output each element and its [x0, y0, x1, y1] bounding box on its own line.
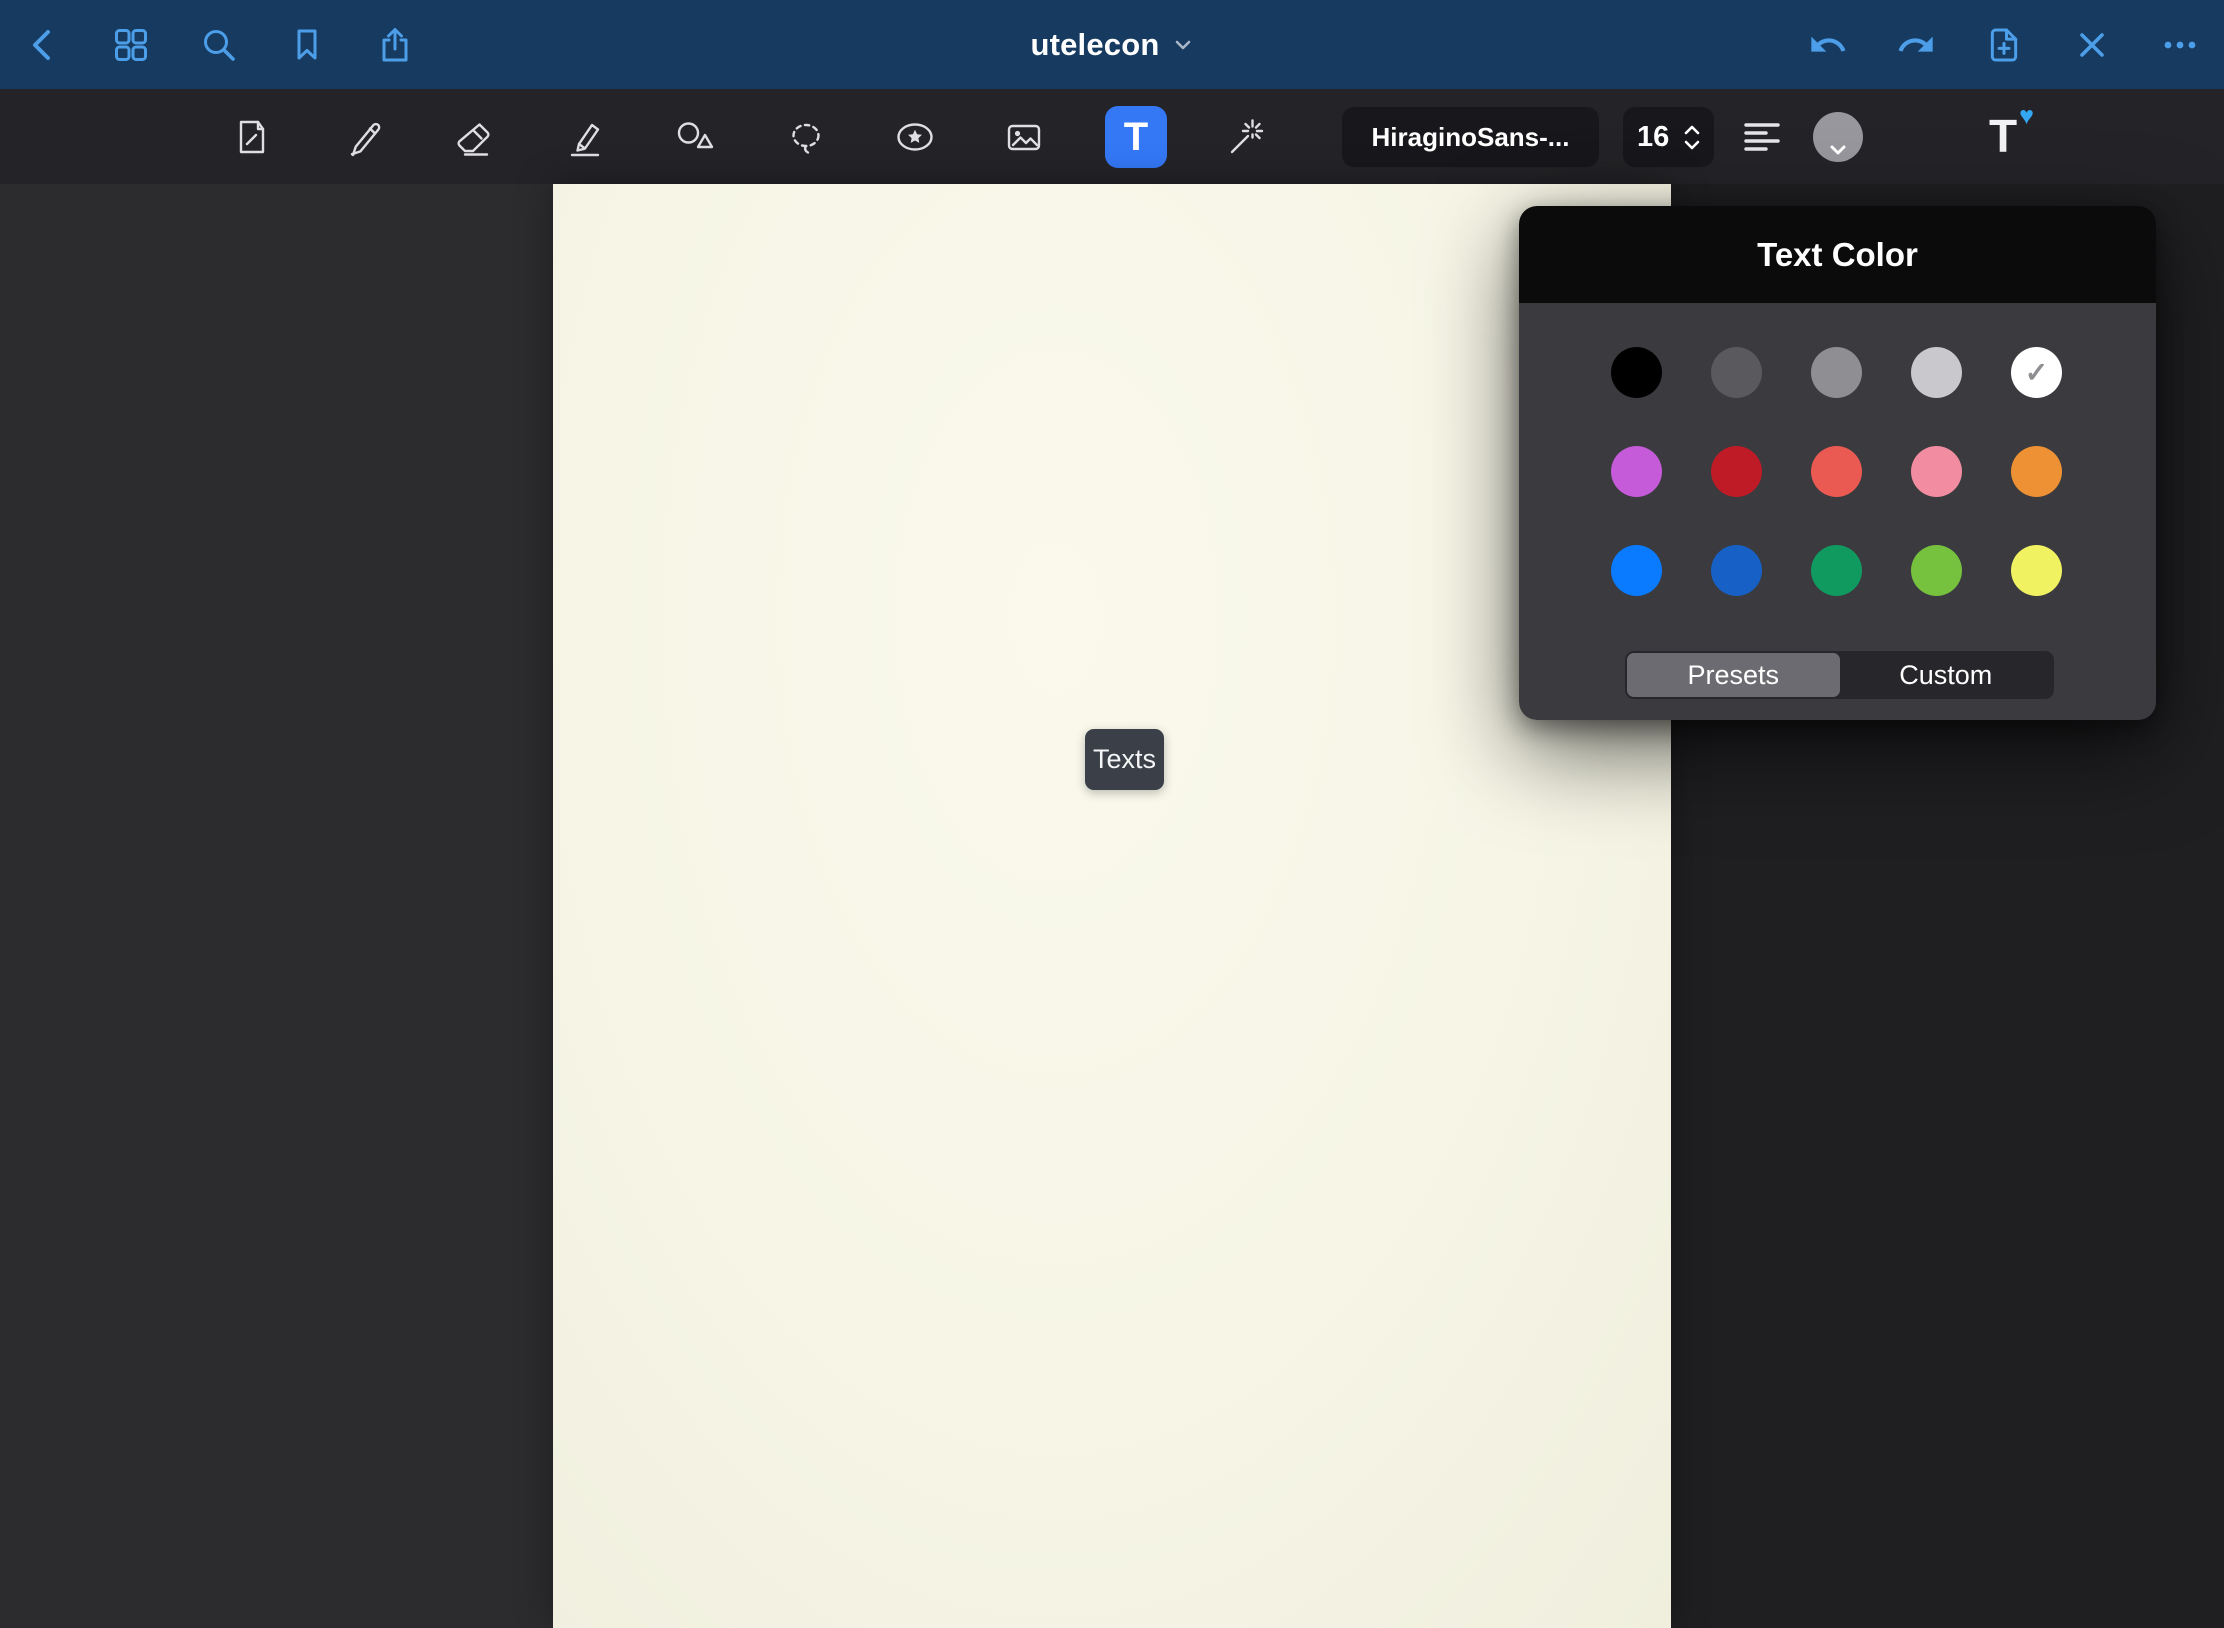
- favorite-heart-icon: ♥: [2019, 102, 2034, 131]
- canvas-background-left: [0, 184, 553, 1628]
- font-size-value: 16: [1637, 121, 1669, 154]
- shapes-icon: [671, 113, 719, 161]
- swatch-yellow[interactable]: [2011, 545, 2062, 596]
- font-size-stepper[interactable]: 16: [1623, 107, 1714, 167]
- redo-button[interactable]: [1896, 25, 1936, 65]
- tool-laser-pointer[interactable]: [1221, 113, 1269, 161]
- swatch-blue[interactable]: [1611, 545, 1662, 596]
- text-align-icon: [1740, 115, 1784, 159]
- font-selector-button[interactable]: HiraginoSans-...: [1342, 107, 1599, 167]
- redo-icon: [1896, 25, 1936, 65]
- swatch-purple[interactable]: [1611, 446, 1662, 497]
- swatch-dark-gray[interactable]: [1711, 347, 1762, 398]
- close-button[interactable]: [2072, 25, 2112, 65]
- swatch-orange[interactable]: [2011, 446, 2062, 497]
- color-swatch-grid: ✓: [1611, 347, 2062, 596]
- add-page-button[interactable]: [1984, 25, 2024, 65]
- laser-pointer-icon: [1221, 113, 1269, 161]
- swatch-pink[interactable]: [1911, 446, 1962, 497]
- highlighter-icon: [562, 113, 610, 161]
- tool-eraser[interactable]: [451, 113, 499, 161]
- selected-check-icon: ✓: [2011, 347, 2062, 398]
- text-tool-glyph: T: [1124, 115, 1148, 160]
- popover-body: ✓ Presets Custom: [1519, 303, 2156, 720]
- tool-text-active[interactable]: T: [1105, 106, 1167, 168]
- pen-icon: [340, 113, 388, 161]
- text-color-button[interactable]: [1813, 112, 1863, 162]
- stepper-chevrons-icon: [1684, 124, 1700, 151]
- swatch-gray[interactable]: [1811, 347, 1862, 398]
- presets-custom-segmented-control: Presets Custom: [1625, 651, 2054, 699]
- swatch-red[interactable]: [1811, 446, 1862, 497]
- tool-image[interactable]: [1000, 113, 1048, 161]
- top-navigation-bar: utelecon: [0, 0, 2224, 89]
- swatch-dark-red[interactable]: [1711, 446, 1762, 497]
- tool-elements[interactable]: [891, 113, 939, 161]
- tool-lasso[interactable]: [782, 113, 830, 161]
- top-bar-right-group: [1808, 0, 2200, 89]
- text-alignment-button[interactable]: [1740, 115, 1784, 159]
- popover-title: Text Color: [1519, 206, 2156, 303]
- document-title[interactable]: utelecon: [1030, 27, 1159, 63]
- swatch-green[interactable]: [1811, 545, 1862, 596]
- text-color-popover: Text Color ✓ Presets Custom: [1519, 206, 2156, 720]
- tool-page-mode[interactable]: [228, 113, 276, 161]
- color-chevron-down-icon: [1829, 144, 1847, 157]
- lasso-icon: [782, 113, 830, 161]
- close-icon: [2072, 25, 2112, 65]
- text-favorite-button[interactable]: T ♥: [1978, 104, 2028, 168]
- swatch-light-gray[interactable]: [1911, 347, 1962, 398]
- swatch-white[interactable]: ✓: [2011, 347, 2062, 398]
- swatch-black[interactable]: [1611, 347, 1662, 398]
- canvas-text-object[interactable]: Texts: [1085, 729, 1164, 790]
- favorite-t-glyph: T: [1989, 109, 2017, 163]
- note-page[interactable]: [553, 184, 1671, 1628]
- tab-custom[interactable]: Custom: [1840, 653, 2053, 697]
- elements-star-icon: [891, 113, 939, 161]
- font-name-label: HiraginoSans-...: [1372, 122, 1570, 153]
- title-chevron-down-icon: [1172, 34, 1194, 56]
- more-ellipsis-icon: [2160, 25, 2200, 65]
- tool-highlighter[interactable]: [562, 113, 610, 161]
- image-icon: [1000, 113, 1048, 161]
- add-page-icon: [1984, 25, 2024, 65]
- tab-presets[interactable]: Presets: [1627, 653, 1840, 697]
- eraser-icon: [451, 113, 499, 161]
- undo-button[interactable]: [1808, 25, 1848, 65]
- swatch-dark-blue[interactable]: [1711, 545, 1762, 596]
- undo-icon: [1808, 25, 1848, 65]
- swatch-light-green[interactable]: [1911, 545, 1962, 596]
- page-mode-icon: [228, 113, 276, 161]
- tool-pen[interactable]: [340, 113, 388, 161]
- tool-shapes[interactable]: [671, 113, 719, 161]
- more-button[interactable]: [2160, 25, 2200, 65]
